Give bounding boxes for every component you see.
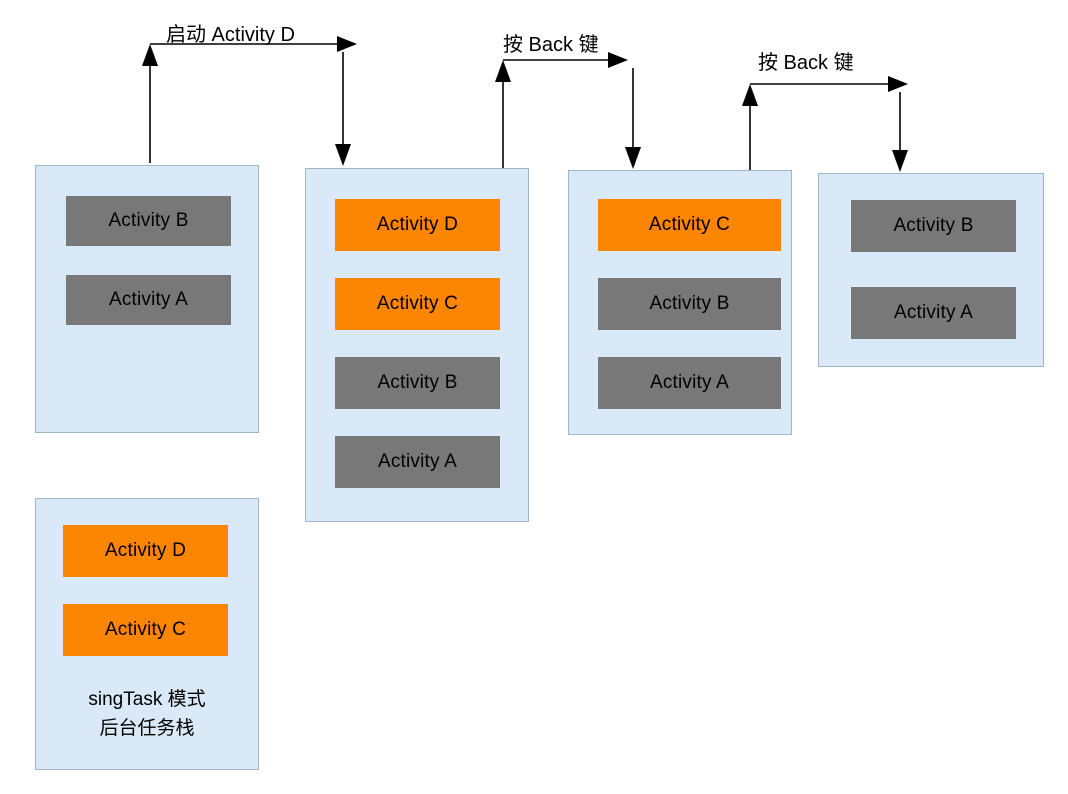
press-back-second-arrow [742,76,908,172]
activity-box: Activity B [851,200,1016,252]
diagram-canvas: Activity BActivity A前台任务栈Activity DActiv… [0,0,1068,794]
right-arrow-head [608,52,628,68]
background-task-stack: Activity D Activity C singTask 模式 后台任务栈 [35,498,259,770]
activity-box: Activity B [66,196,231,246]
activity-box: Activity C [335,278,500,330]
activity-box: Activity D [63,525,228,577]
down-arrow-head [335,144,351,166]
right-arrow-head [337,36,357,52]
right-arrow-head [888,76,908,92]
activity-box: Activity A [851,287,1016,339]
activity-box: Activity A [598,357,781,409]
activity-box: Activity B [598,278,781,330]
activity-box: Activity D [335,199,500,251]
stack-label: singTask 模式 后台任务栈 [88,689,206,739]
activity-box: Activity C [63,604,228,656]
launch-activity-d-arrow [142,36,357,166]
activity-box: Activity B [335,357,500,409]
down-arrow-head [892,150,908,172]
activity-box: Activity C [598,199,781,251]
up-arrow-head [742,84,758,106]
down-arrow-head [625,147,641,169]
activity-box: Activity A [335,436,500,488]
up-arrow-head [142,44,158,66]
press-back-second-label: 按 Back 键 [758,52,854,74]
launch-activity-d-label: 启动 Activity D [166,24,295,46]
up-arrow-head [495,60,511,82]
press-back-first-label: 按 Back 键 [503,34,599,56]
foreground-task-stack: Activity BActivity A前台任务栈 [35,165,259,565]
stack-after-second-back: Activity B Activity A [818,173,1044,367]
activity-box: Activity A [66,275,231,325]
press-back-first-arrow [495,52,641,169]
stack-after-launch-d: Activity D Activity C Activity B Activity A [305,168,529,522]
stack-after-first-back: Activity C Activity B Activity A [568,170,792,435]
